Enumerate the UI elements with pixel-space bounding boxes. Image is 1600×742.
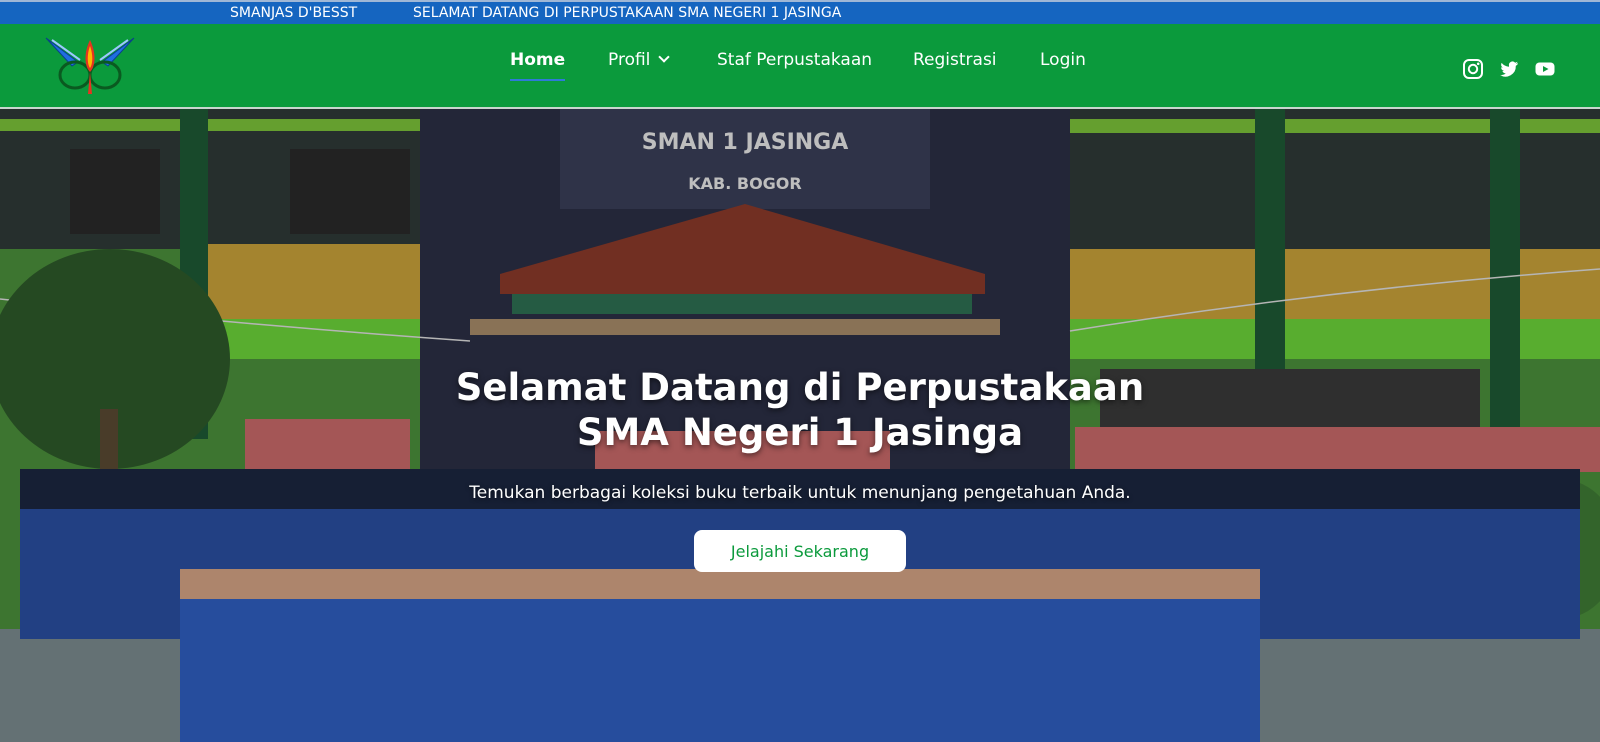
social-links: [1462, 58, 1570, 80]
hero-title-line-1: Selamat Datang di Perpustakaan: [455, 366, 1145, 409]
hero-title-line-2: SMA Negeri 1 Jasinga: [576, 411, 1024, 454]
nav-profil[interactable]: Profil: [608, 50, 671, 70]
nav-profil-label: Profil: [608, 50, 651, 70]
school-logo[interactable]: [42, 32, 138, 98]
twitter-icon[interactable]: [1498, 58, 1520, 80]
hero-title: Selamat Datang di Perpustakaan SMA Neger…: [0, 365, 1600, 455]
nav-home[interactable]: Home: [510, 50, 566, 81]
nav-login[interactable]: Login: [1040, 50, 1086, 70]
explore-button[interactable]: Jelajahi Sekarang: [694, 530, 906, 572]
nav-staf-perpustakaan[interactable]: Staf Perpustakaan: [717, 50, 872, 70]
instagram-icon[interactable]: [1462, 58, 1484, 80]
topbar-brand: SMANJAS D'BESST: [230, 5, 358, 21]
topbar-welcome-text: SELAMAT DATANG DI PERPUSTAKAAN SMA NEGER…: [413, 5, 842, 21]
hero-banner: SMAN 1 JASINGA KAB. BOGOR Selamat Datang…: [0, 109, 1600, 742]
announcement-bar: SMANJAS D'BESST SELAMAT DATANG DI PERPUS…: [0, 0, 1600, 24]
chevron-down-icon: [658, 51, 671, 63]
youtube-icon[interactable]: [1534, 58, 1556, 80]
main-navbar: Home Profil Staf Perpustakaan Registrasi…: [0, 24, 1600, 109]
hero-subtitle: Temukan berbagai koleksi buku terbaik un…: [469, 483, 1131, 503]
nav-registrasi[interactable]: Registrasi: [913, 50, 997, 70]
